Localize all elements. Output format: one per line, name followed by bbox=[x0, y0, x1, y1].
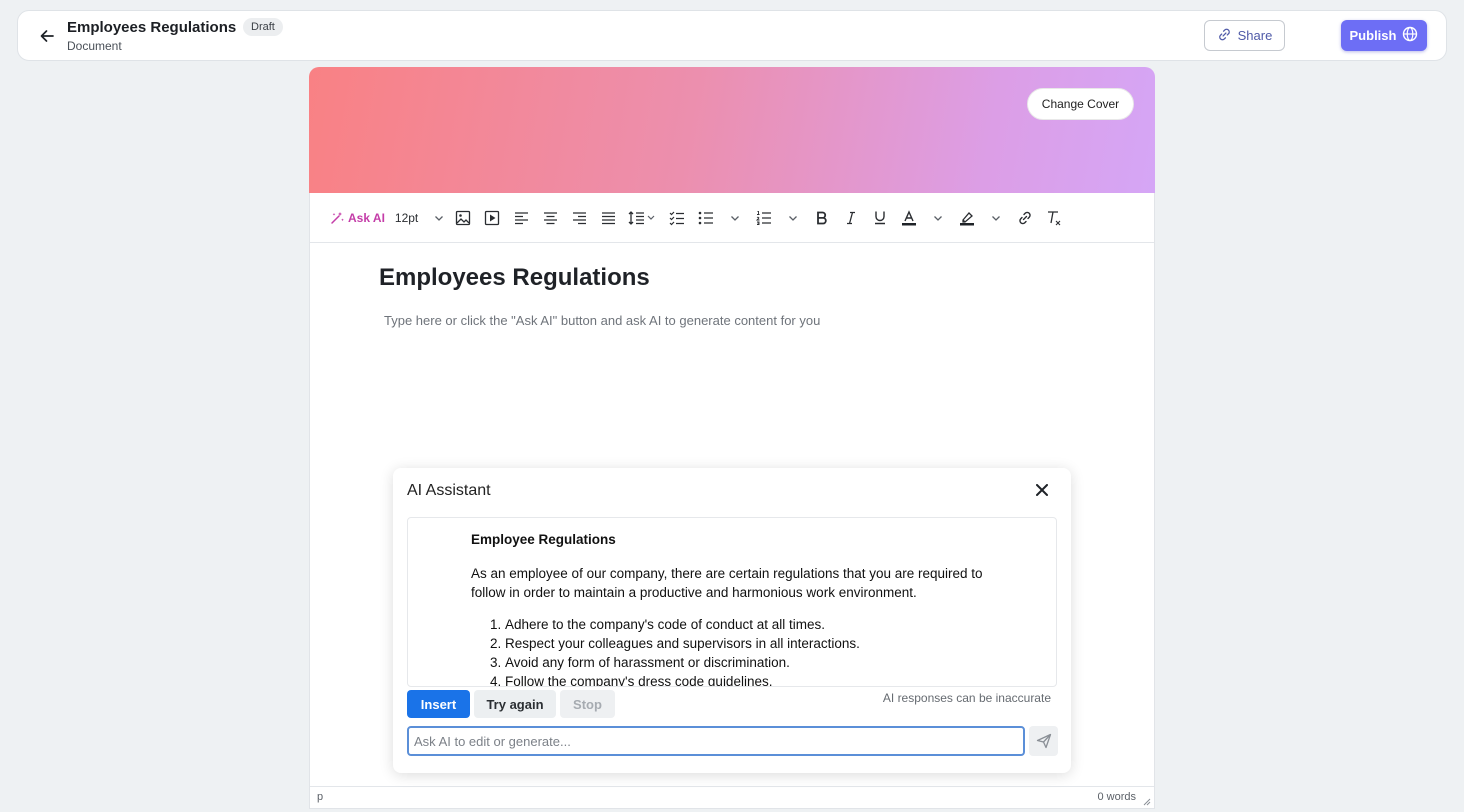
ask-ai-button[interactable]: Ask AI bbox=[326, 205, 389, 231]
chevron-down-icon[interactable] bbox=[924, 205, 953, 231]
top-header: Employees Regulations Draft Document Sha… bbox=[17, 10, 1447, 61]
change-cover-button[interactable]: Change Cover bbox=[1027, 88, 1134, 120]
align-right-icon[interactable] bbox=[565, 205, 594, 231]
bold-icon[interactable] bbox=[808, 205, 837, 231]
bullet-list-icon[interactable] bbox=[692, 205, 721, 231]
send-icon[interactable] bbox=[1029, 726, 1058, 756]
line-height-icon[interactable] bbox=[623, 205, 663, 231]
numbered-list-icon[interactable] bbox=[750, 205, 779, 231]
globe-icon bbox=[1402, 26, 1418, 45]
publish-button[interactable]: Publish bbox=[1341, 20, 1427, 51]
cover-image: Change Cover bbox=[309, 67, 1155, 193]
stop-button[interactable]: Stop bbox=[560, 690, 615, 718]
link-icon[interactable] bbox=[1011, 205, 1040, 231]
editor-placeholder[interactable]: Type here or click the "Ask AI" button a… bbox=[384, 313, 820, 328]
align-justify-icon[interactable] bbox=[594, 205, 623, 231]
word-count: 0 words bbox=[1097, 791, 1136, 803]
response-list: Adhere to the company's code of conduct … bbox=[471, 615, 1016, 686]
ai-disclaimer: AI responses can be inaccurate bbox=[882, 691, 1051, 705]
dialog-title: AI Assistant bbox=[407, 482, 491, 499]
align-center-icon[interactable] bbox=[536, 205, 565, 231]
chevron-down-icon[interactable] bbox=[721, 205, 750, 231]
share-button[interactable]: Share bbox=[1204, 20, 1285, 51]
response-heading: Employee Regulations bbox=[471, 532, 616, 547]
chevron-down-icon[interactable] bbox=[779, 205, 808, 231]
back-arrow-icon[interactable] bbox=[36, 25, 58, 47]
italic-icon[interactable] bbox=[837, 205, 866, 231]
sparkle-icon bbox=[330, 211, 345, 225]
editor-status-bar: p 0 words bbox=[310, 786, 1154, 808]
clear-format-icon[interactable] bbox=[1040, 205, 1069, 231]
try-again-button[interactable]: Try again bbox=[474, 690, 556, 718]
font-size-value: 12pt bbox=[394, 210, 419, 225]
align-left-icon[interactable] bbox=[507, 205, 536, 231]
block-type-indicator: p bbox=[317, 791, 324, 803]
share-label: Share bbox=[1237, 28, 1273, 43]
list-item: Follow the company's dress code guidelin… bbox=[505, 672, 1016, 686]
underline-icon[interactable] bbox=[866, 205, 895, 231]
ai-assistant-dialog: AI Assistant Employee Regulations As an … bbox=[393, 468, 1071, 773]
video-icon[interactable] bbox=[478, 205, 507, 231]
editor-heading[interactable]: Employees Regulations bbox=[379, 264, 650, 292]
editor-toolbar: Ask AI 12pt bbox=[310, 193, 1154, 243]
list-item: Adhere to the company's code of conduct … bbox=[505, 615, 1016, 634]
document-title: Employees Regulations bbox=[67, 19, 237, 36]
insert-button[interactable]: Insert bbox=[407, 690, 470, 718]
ai-prompt-input[interactable] bbox=[407, 726, 1025, 756]
list-item: Avoid any form of harassment or discrimi… bbox=[505, 653, 1016, 672]
status-badge: Draft bbox=[243, 18, 283, 36]
document-type-label: Document bbox=[67, 39, 122, 53]
chevron-down-icon[interactable] bbox=[982, 205, 1011, 231]
link-icon bbox=[1217, 27, 1232, 45]
ai-response-preview[interactable]: Employee Regulations As an employee of o… bbox=[407, 517, 1057, 687]
font-size-select[interactable]: 12pt bbox=[389, 205, 449, 231]
image-icon[interactable] bbox=[449, 205, 478, 231]
checklist-icon[interactable] bbox=[663, 205, 692, 231]
close-icon[interactable] bbox=[1033, 481, 1051, 499]
ai-action-buttons: Insert Try again Stop bbox=[407, 690, 615, 718]
text-color-icon[interactable] bbox=[895, 205, 924, 231]
response-paragraph: As an employee of our company, there are… bbox=[471, 566, 983, 600]
chevron-down-icon bbox=[434, 213, 444, 223]
ask-ai-label: Ask AI bbox=[348, 210, 385, 225]
highlight-icon[interactable] bbox=[953, 205, 982, 231]
resize-handle-icon[interactable] bbox=[1143, 797, 1151, 806]
list-item: Respect your colleagues and supervisors … bbox=[505, 634, 1016, 653]
publish-label: Publish bbox=[1349, 28, 1397, 43]
